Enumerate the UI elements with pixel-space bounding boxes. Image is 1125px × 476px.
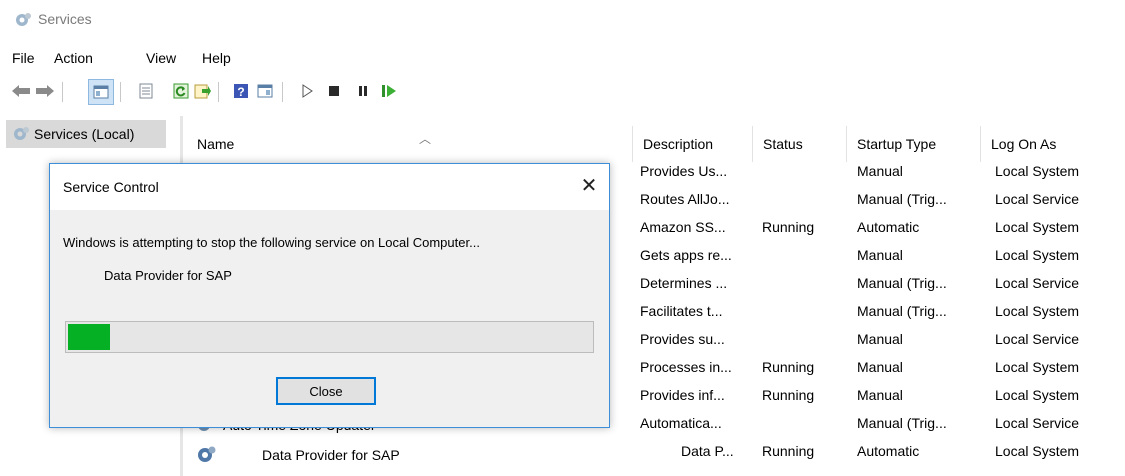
progress-bar (65, 321, 594, 353)
stop-icon[interactable] (323, 80, 345, 102)
service-description[interactable]: Routes AllJo... (640, 191, 730, 207)
service-startup-type[interactable]: Manual (Trig... (857, 415, 947, 431)
service-control-dialog: Service Control ✕ Windows is attempting … (49, 163, 610, 428)
service-description[interactable]: Amazon SS... (640, 219, 726, 235)
forward-arrow-icon[interactable] (34, 80, 56, 102)
column-header-label: Description (643, 136, 714, 152)
column-header-label: Name (197, 136, 235, 152)
action-pane-icon[interactable] (254, 80, 276, 102)
help-icon[interactable]: ? (230, 80, 252, 102)
service-description[interactable]: Processes in... (640, 359, 732, 375)
service-log-on-as[interactable]: Local Service (995, 191, 1079, 207)
properties-icon[interactable] (135, 80, 157, 102)
services-gear-icon (14, 127, 29, 140)
sort-ascending-icon: ︿ (419, 132, 432, 146)
column-header-log-on-as[interactable]: Log On As (981, 126, 1121, 162)
window-titlebar: Services (0, 0, 1125, 40)
column-header-label: Startup Type (857, 136, 937, 152)
dialog-titlebar: Service Control ✕ (50, 164, 609, 210)
service-description[interactable]: Provides inf... (640, 387, 725, 403)
tree-item-label: Services (Local) (34, 126, 135, 142)
service-log-on-as[interactable]: Local System (995, 247, 1079, 263)
service-startup-type[interactable]: Manual (857, 163, 903, 179)
menu-action[interactable]: Action (54, 50, 93, 66)
toolbar-separator (282, 82, 283, 102)
service-description[interactable]: Provides su... (640, 331, 725, 347)
services-gear-icon (16, 13, 31, 26)
toolbar-separator (218, 82, 219, 102)
service-startup-type[interactable]: Manual (Trig... (857, 275, 947, 291)
service-description[interactable]: Automatica... (640, 415, 722, 431)
service-status[interactable]: Running (762, 443, 814, 459)
service-log-on-as[interactable]: Local System (995, 163, 1079, 179)
service-description[interactable]: Gets apps re... (640, 247, 732, 263)
service-log-on-as[interactable]: Local System (995, 387, 1079, 403)
service-status[interactable]: Running (762, 219, 814, 235)
menu-bar: File Action View Help (0, 46, 1125, 70)
menu-file[interactable]: File (12, 50, 35, 66)
column-header-startup-type[interactable]: Startup Type (847, 126, 981, 162)
service-description[interactable]: Determines ... (640, 275, 727, 291)
show-hide-console-tree-icon[interactable] (88, 79, 114, 105)
column-header-label: Status (763, 136, 803, 152)
back-arrow-icon[interactable] (10, 80, 32, 102)
service-gear-icon (198, 446, 216, 462)
toolbar: ? (0, 76, 1125, 106)
dialog-service-name: Data Provider for SAP (104, 268, 232, 283)
pause-icon[interactable] (352, 80, 374, 102)
service-log-on-as[interactable]: Local System (995, 303, 1079, 319)
service-log-on-as[interactable]: Local Service (995, 331, 1079, 347)
service-startup-type[interactable]: Automatic (857, 443, 919, 459)
menu-help[interactable]: Help (202, 50, 231, 66)
refresh-icon[interactable] (170, 80, 192, 102)
close-button[interactable]: Close (276, 377, 376, 405)
service-log-on-as[interactable]: Local Service (995, 415, 1079, 431)
menu-view[interactable]: View (146, 50, 176, 66)
service-description[interactable]: Provides Us... (640, 163, 727, 179)
window-title: Services (38, 11, 92, 27)
service-log-on-as[interactable]: Local Service (995, 275, 1079, 291)
service-startup-type[interactable]: Manual (857, 359, 903, 375)
service-startup-type[interactable]: Manual (Trig... (857, 191, 947, 207)
column-header-status[interactable]: Status (753, 126, 847, 162)
svg-text:?: ? (237, 85, 244, 99)
dialog-title: Service Control (63, 179, 159, 195)
play-icon[interactable] (296, 80, 318, 102)
column-header-label: Log On As (991, 136, 1057, 152)
service-startup-type[interactable]: Manual (857, 331, 903, 347)
export-icon[interactable] (192, 80, 214, 102)
service-log-on-as[interactable]: Local System (995, 443, 1079, 459)
resume-icon[interactable] (378, 80, 400, 102)
service-startup-type[interactable]: Manual (Trig... (857, 303, 947, 319)
toolbar-separator (62, 82, 63, 102)
service-name[interactable]: Data Provider for SAP (262, 447, 400, 463)
service-status[interactable]: Running (762, 359, 814, 375)
service-log-on-as[interactable]: Local System (995, 219, 1079, 235)
toolbar-separator (120, 82, 121, 102)
service-description[interactable]: Facilitates t... (640, 303, 722, 319)
service-startup-type[interactable]: Manual (857, 387, 903, 403)
close-icon[interactable]: ✕ (577, 174, 601, 198)
service-log-on-as[interactable]: Local System (995, 359, 1079, 375)
service-status[interactable]: Running (762, 387, 814, 403)
service-startup-type[interactable]: Manual (857, 247, 903, 263)
service-startup-type[interactable]: Automatic (857, 219, 919, 235)
progress-fill (68, 324, 110, 350)
dialog-message: Windows is attempting to stop the follow… (63, 235, 480, 250)
service-description[interactable]: Data P... (681, 443, 734, 459)
column-header-description[interactable]: Description (633, 126, 753, 162)
column-header-name[interactable]: Name ︿ (187, 126, 633, 162)
